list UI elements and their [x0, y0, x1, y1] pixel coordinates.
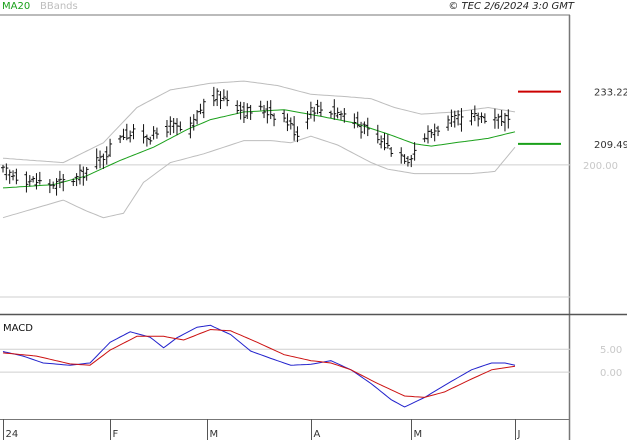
bollinger-bands [2, 80, 516, 219]
legend-ma20: MA20 [2, 1, 30, 12]
price-tick-label: 200.00 [583, 161, 618, 172]
timestamp-label: © TEC 2/6/2024 3:0 GMT [448, 1, 575, 12]
stock-chart: 233.22 209.49 200.00 5.00 0.00 24 F M A M J MA2… [0, 1, 627, 440]
price-axis: 200.00 [583, 161, 618, 172]
macd-tick-label: 5.00 [600, 345, 622, 356]
macd-lines [2, 324, 516, 408]
x-tick-label: M [210, 429, 219, 440]
support-label: 209.49 [594, 140, 627, 151]
x-tick-label: J [517, 429, 521, 440]
x-tick-label: A [314, 429, 321, 440]
macd-axis: 5.00 0.00 [600, 345, 622, 379]
x-tick-label: M [414, 429, 423, 440]
macd-grid [0, 348, 570, 373]
bband-upper-line [2, 80, 516, 164]
signal-line [2, 328, 516, 398]
macd-tick-label: 0.00 [600, 368, 622, 379]
price-levels: 233.22 209.49 [518, 88, 627, 151]
x-tick-label: F [113, 429, 119, 440]
macd-title: MACD [3, 323, 33, 334]
chart-root: 233.22 209.49 200.00 5.00 0.00 24 F M A M J MA2… [0, 0, 627, 440]
price-bars [1, 86, 511, 196]
x-tick-label: 24 [6, 429, 19, 440]
x-axis: 24 F M A M J [3, 419, 521, 440]
legend-bbands: BBands [40, 1, 78, 12]
chart-frame [0, 14, 627, 440]
price-grid [0, 164, 570, 298]
macd-line [2, 324, 516, 408]
resistance-label: 233.22 [594, 88, 627, 99]
